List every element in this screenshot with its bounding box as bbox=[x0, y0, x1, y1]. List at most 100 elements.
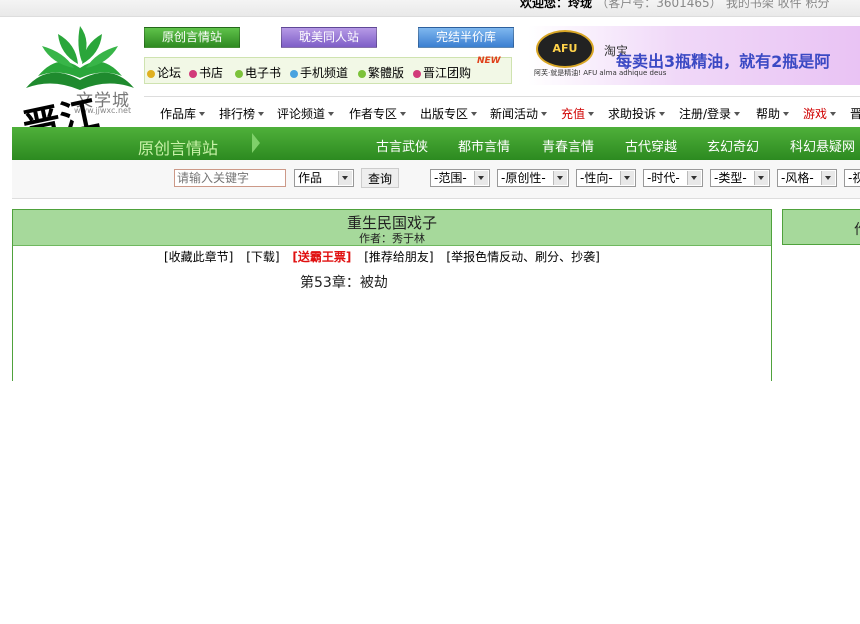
link-label: 电子书 bbox=[245, 66, 282, 80]
nav-author[interactable]: 作者专区 bbox=[349, 105, 407, 122]
nav-label: 作者专区 bbox=[349, 107, 398, 121]
category-fantasy[interactable]: 玄幻奇幻 bbox=[707, 136, 759, 155]
original-romance-button[interactable]: 原创言情站 bbox=[144, 27, 240, 48]
select-value: -视 bbox=[848, 171, 860, 185]
filter-style[interactable]: -风格- bbox=[777, 169, 837, 187]
nav-label: 作品库 bbox=[160, 107, 197, 121]
select-value: -性向- bbox=[580, 171, 613, 185]
welcome-text: 欢迎您：玲珑 （客户号：3601465） 我的书架 收件 积分 bbox=[520, 0, 829, 11]
top-links[interactable]: 我的书架 收件 积分 bbox=[726, 0, 830, 10]
top-bar: 欢迎您：玲珑 （客户号：3601465） 我的书架 收件 积分 bbox=[0, 0, 860, 17]
channel-bar: 原创言情站 古言武侠 都市言情 青春言情 古代穿越 玄幻奇幻 科幻悬疑网 bbox=[12, 127, 860, 160]
user-id: （客户号：3601465） bbox=[596, 0, 722, 10]
filter-perspective[interactable]: -视 bbox=[844, 169, 860, 187]
select-value: -类型- bbox=[714, 171, 747, 185]
ad-logo: AFU bbox=[536, 30, 594, 68]
nav-login[interactable]: 注册/登录 bbox=[679, 105, 741, 122]
category-youth[interactable]: 青春言情 bbox=[542, 136, 594, 155]
nav-help[interactable]: 帮助 bbox=[756, 105, 790, 122]
dot-icon bbox=[290, 70, 298, 78]
nav-label: 帮助 bbox=[756, 107, 781, 121]
nav-works[interactable]: 作品库 bbox=[160, 105, 206, 122]
chapter-actions: [收藏此章节] [下载] [送霸王票] [推荐给朋友] [举报色情反动、刷分、抄… bbox=[164, 248, 609, 265]
chevron-down-icon bbox=[754, 171, 768, 185]
search-input[interactable] bbox=[174, 169, 286, 187]
link-traditional[interactable]: 繁體版 bbox=[358, 64, 404, 81]
link-label: 繁體版 bbox=[368, 66, 405, 80]
category-urban[interactable]: 都市言情 bbox=[458, 136, 510, 155]
nav-more[interactable]: 晋 bbox=[850, 105, 860, 122]
dot-icon bbox=[189, 70, 197, 78]
search-type-select[interactable]: 作品 bbox=[294, 169, 354, 187]
category-scifi[interactable]: 科幻悬疑网 bbox=[790, 136, 855, 155]
nav-label: 排行榜 bbox=[219, 107, 256, 121]
dropdown-icon bbox=[588, 112, 595, 116]
completed-halfprice-button[interactable]: 完结半价库 bbox=[418, 27, 514, 48]
chevron-down-icon bbox=[474, 171, 488, 185]
search-button[interactable]: 查询 bbox=[361, 168, 399, 188]
link-label: 书店 bbox=[199, 66, 224, 80]
filter-orientation[interactable]: -性向- bbox=[576, 169, 636, 187]
link-mobile[interactable]: 手机频道 bbox=[290, 64, 348, 81]
ad-banner[interactable]: AFU 阿芙·就是精油! AFU alma adhique deus 淘宝 每卖… bbox=[528, 26, 860, 85]
category-time-travel[interactable]: 古代穿越 bbox=[625, 136, 677, 155]
main-nav: 作品库 排行榜 评论频道 作者专区 出版专区 新闻活动 充值 求助投诉 注册/登… bbox=[144, 96, 860, 128]
nav-label: 评论频道 bbox=[277, 107, 326, 121]
link-forum[interactable]: 论坛 bbox=[147, 64, 181, 81]
quick-link-bar: 论坛 书店 电子书 手机频道 繁體版 晋江团购 NEW bbox=[144, 56, 512, 84]
channel-title: 原创言情站 bbox=[138, 139, 219, 158]
nav-label: 新闻活动 bbox=[490, 107, 539, 121]
nav-recharge[interactable]: 充值 bbox=[561, 105, 595, 122]
dropdown-icon bbox=[199, 112, 206, 116]
nav-rank[interactable]: 排行榜 bbox=[219, 105, 265, 122]
nav-publish[interactable]: 出版专区 bbox=[420, 105, 478, 122]
filter-era[interactable]: -时代- bbox=[643, 169, 703, 187]
side-panel-header bbox=[782, 209, 860, 245]
welcome-user: 欢迎您：玲珑 bbox=[520, 0, 593, 10]
nav-label: 求助投诉 bbox=[608, 107, 657, 121]
vote-ticket-link[interactable]: [送霸王票] bbox=[292, 250, 351, 264]
dot-icon bbox=[147, 70, 155, 78]
dot-icon bbox=[358, 70, 366, 78]
select-value: 作品 bbox=[298, 171, 323, 185]
chapter-title: 第53章：被劫 bbox=[300, 275, 388, 291]
dot-icon bbox=[413, 70, 421, 78]
chevron-down-icon bbox=[338, 171, 352, 185]
filter-originality[interactable]: -原创性- bbox=[497, 169, 569, 187]
nav-news[interactable]: 新闻活动 bbox=[490, 105, 548, 122]
dot-icon bbox=[235, 70, 243, 78]
nav-help-complaint[interactable]: 求助投诉 bbox=[608, 105, 666, 122]
dropdown-icon bbox=[400, 112, 407, 116]
link-groupbuy[interactable]: 晋江团购 bbox=[413, 64, 471, 81]
dropdown-icon bbox=[541, 112, 548, 116]
category-ancient-wuxia[interactable]: 古言武侠 bbox=[376, 136, 428, 155]
dropdown-icon bbox=[783, 112, 790, 116]
nav-review[interactable]: 评论频道 bbox=[277, 105, 335, 122]
download-link[interactable]: [下载] bbox=[246, 250, 279, 264]
nav-label: 充值 bbox=[561, 107, 586, 121]
dropdown-icon bbox=[734, 112, 741, 116]
dropdown-icon bbox=[830, 112, 837, 116]
ad-text: 每卖出3瓶精油，就有2瓶是阿 bbox=[616, 52, 831, 71]
arrow-right-icon bbox=[252, 133, 260, 153]
filter-type[interactable]: -类型- bbox=[710, 169, 770, 187]
danmei-fanfic-button[interactable]: 耽美同人站 bbox=[281, 27, 377, 48]
nav-games[interactable]: 游戏 bbox=[803, 105, 837, 122]
nav-label: 晋 bbox=[850, 107, 860, 121]
select-value: -时代- bbox=[647, 171, 680, 185]
link-label: 晋江团购 bbox=[423, 66, 472, 80]
dropdown-icon bbox=[258, 112, 265, 116]
chevron-down-icon bbox=[620, 171, 634, 185]
nav-label: 游戏 bbox=[803, 107, 828, 121]
link-bookstore[interactable]: 书店 bbox=[189, 64, 223, 81]
favorite-chapter-link[interactable]: [收藏此章节] bbox=[164, 250, 233, 264]
book-author[interactable]: 作者：秀于林 bbox=[13, 230, 771, 246]
link-ebook[interactable]: 电子书 bbox=[235, 64, 281, 81]
select-value: -风格- bbox=[781, 171, 814, 185]
recommend-link[interactable]: [推荐给朋友] bbox=[364, 250, 433, 264]
filter-scope[interactable]: -范围- bbox=[430, 169, 490, 187]
nav-label: 出版专区 bbox=[420, 107, 469, 121]
link-label: 手机频道 bbox=[300, 66, 349, 80]
report-link[interactable]: [举报色情反动、刷分、抄袭] bbox=[446, 250, 599, 264]
select-value: -原创性- bbox=[501, 171, 546, 185]
